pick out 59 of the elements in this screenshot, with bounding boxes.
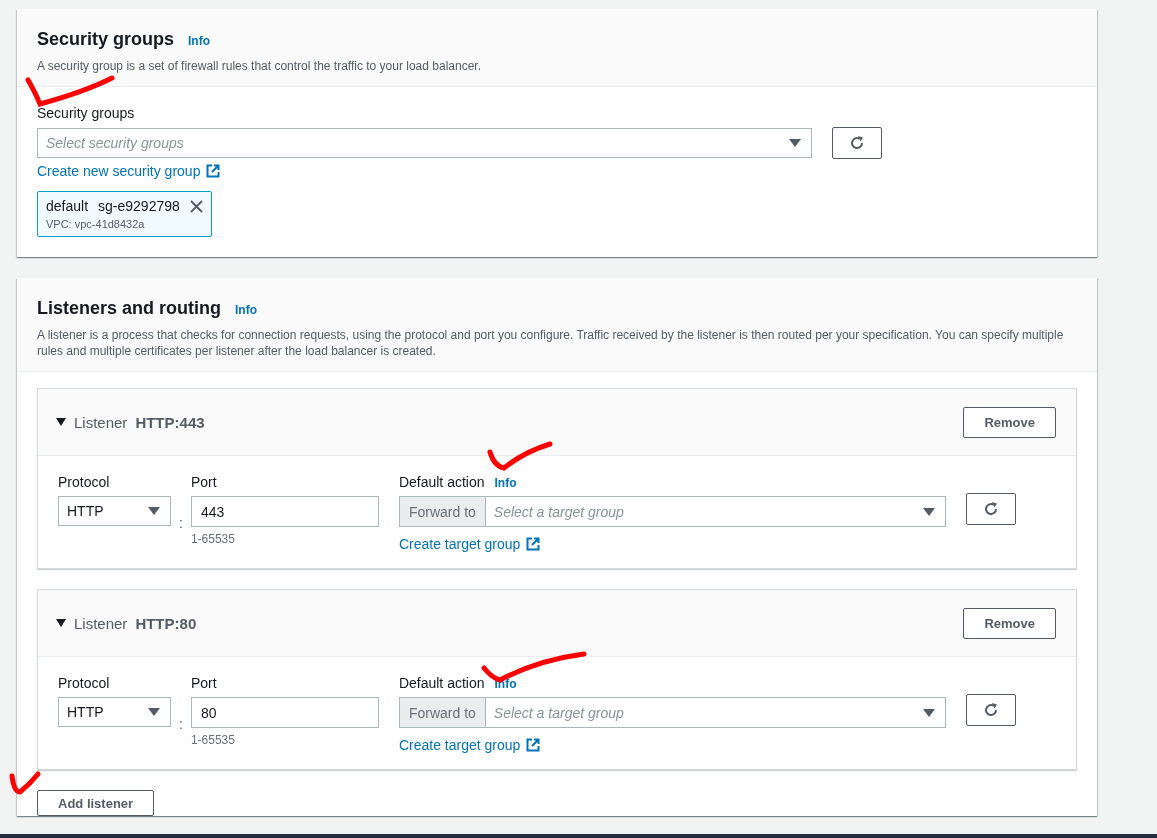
target-group-select[interactable]: Select a target group (485, 697, 946, 728)
field-label: Security groups (37, 105, 136, 121)
field-label: Default action (398, 675, 485, 691)
target-group-select[interactable]: Select a target group (485, 496, 946, 527)
refresh-icon (849, 135, 865, 151)
section-description: A security group is a set of firewall rules that control the traffic to your load balancer. (37, 58, 482, 74)
forward-to-label: Forward to (398, 496, 486, 527)
add-listener-button[interactable]: Add listener (37, 790, 155, 816)
caret-icon (789, 139, 801, 147)
refresh-button[interactable] (965, 694, 1016, 726)
listener-label: Listener (74, 413, 128, 431)
listener-label: Listener (74, 614, 128, 632)
token-vpc: VPC: vpc-41d8432a (46, 218, 146, 230)
external-link-icon (526, 537, 541, 551)
listener-name: HTTP:443 (135, 413, 205, 431)
refresh-button[interactable] (832, 127, 882, 159)
external-link-icon (526, 738, 541, 752)
listener-name: HTTP:80 (135, 614, 197, 632)
expand-triangle-icon[interactable] (56, 418, 66, 426)
separator: : (179, 716, 183, 732)
refresh-icon (982, 501, 999, 517)
caret-icon (922, 507, 935, 516)
remove-button[interactable]: Remove (963, 607, 1056, 639)
expand-triangle-icon[interactable] (56, 619, 66, 627)
separator: : (179, 515, 183, 531)
caret-icon (148, 507, 160, 515)
port-field[interactable]: 443 (190, 496, 379, 527)
checkmark-annotation (8, 770, 42, 796)
security-groups-select[interactable]: Select security groups (37, 128, 812, 158)
port-field[interactable]: 80 (190, 697, 379, 728)
create-target-group-link[interactable]: Create target group (398, 737, 541, 753)
token-name: default (46, 198, 89, 214)
field-label: Default action (398, 474, 485, 490)
protocol-select[interactable]: HTTP (58, 697, 171, 727)
section-description: A listener is a process that checks for connection requests, using the protocol and port you configure. Traffic received by the listener is then routed per your specification. You can specify multiple rules and multiple certificates per listener after the load balancer is created. (37, 327, 1065, 359)
caret-icon (922, 708, 935, 717)
external-link-icon (206, 164, 221, 178)
forward-to-label: Forward to (398, 697, 486, 728)
field-label: Port (190, 474, 218, 490)
port-hint: 1-65535 (190, 733, 236, 747)
refresh-button[interactable] (965, 493, 1016, 525)
info-link[interactable]: Info (494, 677, 517, 691)
token-id: sg-e9292798 (98, 198, 180, 214)
protocol-select[interactable]: HTTP (58, 496, 171, 526)
info-link[interactable]: Info (235, 303, 258, 317)
create-security-group-link[interactable]: Create new security group (37, 163, 221, 179)
field-label: Port (190, 675, 218, 691)
section-title: Security groups (37, 29, 175, 50)
info-link[interactable]: Info (494, 476, 517, 490)
field-label: Protocol (58, 474, 111, 490)
section-title: Listeners and routing (37, 298, 222, 319)
remove-button[interactable]: Remove (963, 406, 1056, 438)
caret-icon (148, 708, 160, 716)
field-label: Protocol (58, 675, 111, 691)
refresh-icon (982, 702, 999, 718)
create-target-group-link[interactable]: Create target group (398, 536, 541, 552)
info-link[interactable]: Info (188, 34, 211, 48)
port-hint: 1-65535 (190, 532, 236, 546)
close-icon[interactable] (189, 199, 203, 213)
